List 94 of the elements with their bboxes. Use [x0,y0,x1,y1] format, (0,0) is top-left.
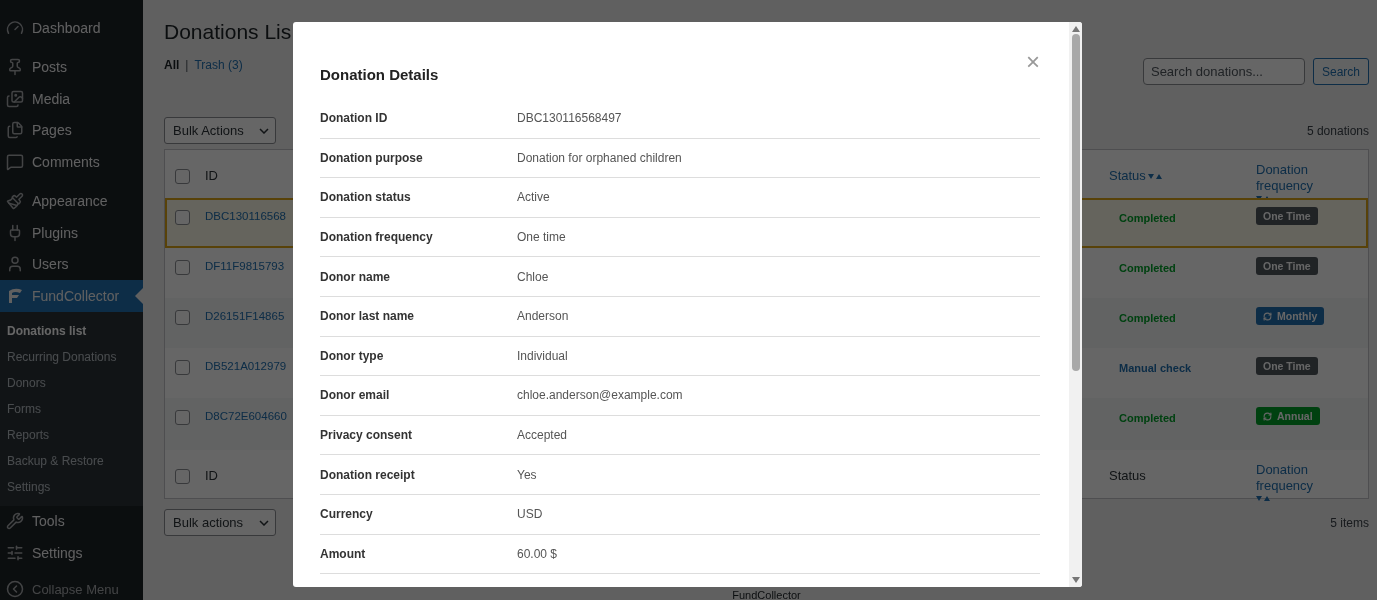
paintbrush-icon [6,192,24,211]
detail-label: Donation purpose [320,150,424,165]
menu-item[interactable]: Users [0,248,143,280]
menu-item[interactable]: Comments [0,146,143,178]
modal-title: Donation Details [320,66,440,83]
detail-label: Donation receipt [320,467,416,482]
separator: | [185,58,189,72]
pin-icon [6,58,24,77]
speech-bubble-icon [6,152,24,171]
scrollbar[interactable] [1069,22,1082,587]
detail-value: Donation for orphaned children [517,150,683,165]
item-count: 5 donations [1306,123,1369,138]
row-checkbox[interactable] [175,310,190,325]
search-button[interactable]: Search [1312,58,1369,85]
row-checkbox[interactable] [175,360,190,375]
frequency-badge: Annual [1256,407,1320,425]
detail-value: Yes [517,467,538,482]
collapse-icon [6,580,24,598]
detail-value: DBC130116568497 [517,111,623,126]
detail-label: Donation status [320,190,412,205]
frequency-badge: One Time [1256,207,1318,225]
wrench-icon [6,512,24,531]
detail-label: Donor type [320,348,385,363]
sliders-icon [6,543,24,562]
detail-value: Individual [517,348,569,363]
menu-item[interactable]: Plugins [0,217,143,249]
donation-id-link[interactable]: D8C72E604660 [205,410,287,422]
images-icon [6,89,24,108]
menu-item[interactable]: Posts [0,51,143,83]
pages-icon [6,121,24,140]
view-link[interactable]: Trash (3) [194,58,243,72]
submenu-item[interactable]: Donations list [0,317,143,344]
donation-id-link[interactable]: D26151F14865 [205,310,285,322]
select-all-checkbox[interactable] [175,168,190,184]
menu-item[interactable]: Media [0,83,143,115]
detail-value: One time [517,230,567,245]
column-header: ID [205,168,218,184]
menu-item[interactable]: Appearance [0,185,143,217]
user-icon [6,255,24,274]
row-checkbox[interactable] [175,260,190,275]
menu-item[interactable]: Pages [0,114,143,146]
bulk-actions-dropdown[interactable]: Bulk Actions [164,117,276,144]
detail-value: Chloe [517,269,550,284]
column-header[interactable]: Status [1109,168,1146,184]
select-all-checkbox[interactable] [175,468,190,484]
search-field[interactable]: Search donations... [1142,58,1305,85]
page-title: Donations Lis [164,20,292,44]
frequency-badge: Monthly [1256,307,1325,325]
column-header: ID [205,468,218,484]
collapse-menu-button[interactable]: Collapse Menu [0,576,143,600]
close-button[interactable]: × [1026,50,1040,74]
row-checkbox[interactable] [175,210,190,225]
detail-value: Active [517,190,551,205]
column-header: Status [1109,468,1146,484]
frequency-badge: One Time [1256,257,1318,275]
donation-id-link[interactable]: DF11F9815793 [205,260,285,272]
detail-value: USD [517,507,544,522]
detail-value: 60.00 $ [517,546,559,561]
detail-value: chloe.anderson@example.com [517,388,684,403]
detail-label: Privacy consent [320,428,414,443]
detail-value: Anderson [517,309,570,324]
footer-text: FundCollector [731,590,802,600]
chevron-down-icon [259,519,269,526]
column-header[interactable]: Donation frequency [1256,162,1368,194]
donation-status: Completed [1118,312,1176,324]
sort-icon[interactable] [1147,172,1162,180]
donation-status: Completed [1118,212,1176,224]
detail-label: Donation ID [320,111,389,126]
chevron-down-icon [259,127,269,134]
donation-id-link[interactable]: DB521A012979 [205,360,287,372]
donation-status: Completed [1118,412,1176,424]
row-checkbox[interactable] [175,410,190,425]
detail-value: Accepted [517,428,569,443]
logo-icon [6,286,24,305]
item-count: 5 items [1330,515,1369,530]
detail-label: Donation frequency [320,230,434,245]
detail-label: Donor name [320,269,391,284]
donation-id-link[interactable]: DBC130116568 [205,210,286,222]
menu-item[interactable]: Dashboard [0,12,143,44]
bulk-actions-dropdown[interactable]: Bulk actions [164,509,276,536]
menu-item[interactable]: Settings [0,537,143,569]
detail-label: Donor email [320,388,391,403]
menu-item[interactable]: FundCollector [0,280,143,312]
column-header[interactable]: Donation frequency [1256,462,1368,494]
gauge-icon [6,18,24,37]
detail-label: Amount [320,546,367,561]
sort-icon[interactable] [1256,495,1270,503]
detail-label: Currency [320,507,374,522]
frequency-badge: One Time [1256,357,1318,375]
menu-item[interactable]: Tools [0,505,143,537]
view-link[interactable]: All [164,58,180,72]
donation-status: Completed [1118,262,1176,274]
detail-label: Donor last name [320,309,416,324]
donation-status: Manual check [1118,362,1192,374]
